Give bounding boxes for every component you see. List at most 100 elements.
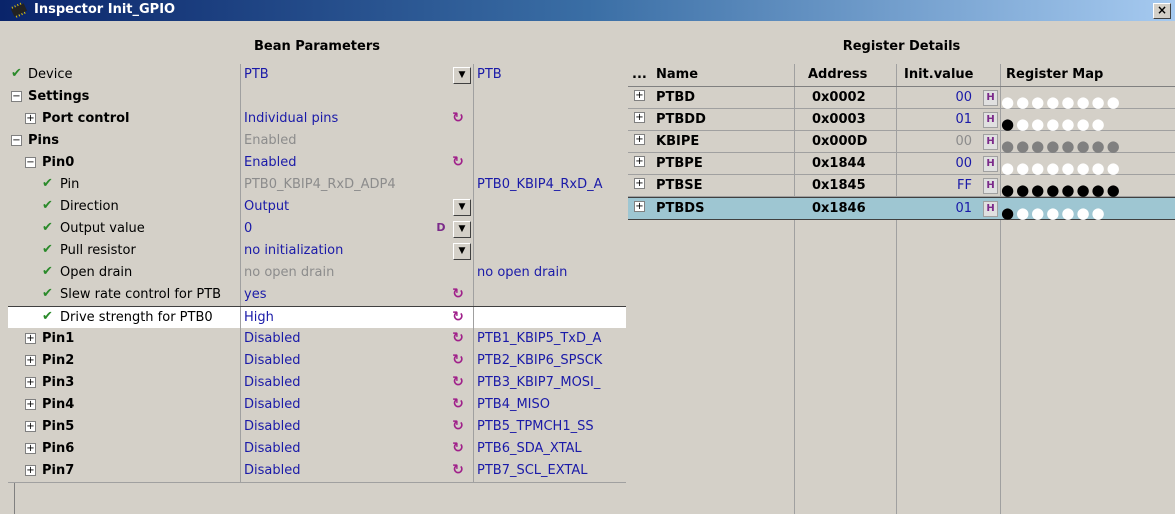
row-open-drain[interactable]: ✔ Open drain no open drain no open drain [8, 262, 626, 285]
hex-button[interactable]: H [983, 112, 998, 128]
expand-icon[interactable]: + [25, 377, 36, 388]
param-value[interactable]: Individual pins [244, 111, 338, 126]
register-name: PTBSE [656, 178, 703, 193]
register-row-ptbpe[interactable]: + PTBPE 0x1844 00 H ●●●●●●●● [628, 153, 1175, 177]
row-pin7[interactable]: + Pin7 Disabled ↻ PTB7_SCL_EXTAL [8, 460, 626, 483]
expand-icon[interactable]: + [25, 355, 36, 366]
dropdown-arrow-icon[interactable]: ▼ [453, 221, 471, 238]
param-value[interactable]: Disabled [244, 463, 300, 478]
dropdown-arrow-icon[interactable]: ▼ [453, 243, 471, 260]
reset-icon[interactable]: ↻ [451, 441, 465, 455]
register-address: 0x0003 [812, 112, 866, 127]
column-header-name[interactable]: Name [656, 67, 698, 82]
reset-icon[interactable]: ↻ [451, 155, 465, 169]
register-name: PTBD [656, 90, 696, 105]
reset-icon[interactable]: ↻ [451, 310, 465, 324]
row-pin6[interactable]: + Pin6 Disabled ↻ PTB6_SDA_XTAL [8, 438, 626, 461]
row-pin1[interactable]: + Pin1 Disabled ↻ PTB1_KBIP5_TxD_A [8, 328, 626, 351]
row-device[interactable]: ✔ Device PTB ▼ PTB [8, 64, 626, 87]
param-value: Enabled [244, 133, 297, 148]
dropdown-arrow-icon[interactable]: ▼ [453, 67, 471, 84]
column-header-map[interactable]: Register Map [1006, 67, 1103, 82]
row-port-control[interactable]: + Port control Individual pins ↻ [8, 108, 626, 131]
register-name: PTBDD [656, 112, 706, 127]
row-drive-strength[interactable]: ✔ Drive strength for PTB0 High ↻ [8, 306, 626, 330]
param-value[interactable]: PTB [244, 67, 269, 82]
dropdown-arrow-icon[interactable]: ▼ [453, 199, 471, 216]
group-label: Pin5 [42, 419, 75, 434]
param-label: Pull resistor [60, 243, 136, 258]
param-value[interactable]: 0 [244, 221, 252, 236]
expand-icon[interactable]: + [25, 113, 36, 124]
expand-icon[interactable]: + [634, 90, 645, 101]
register-row-ptbdd[interactable]: + PTBDD 0x0003 01 H ●●●●●●● ● [628, 109, 1175, 133]
row-pin[interactable]: ✔ Pin PTB0_KBIP4_RxD_ADP4 PTB0_KBIP4_RxD… [8, 174, 626, 197]
row-pin4[interactable]: + Pin4 Disabled ↻ PTB4_MISO [8, 394, 626, 417]
param-value[interactable]: Disabled [244, 375, 300, 390]
hex-button[interactable]: H [983, 178, 998, 194]
row-pin2[interactable]: + Pin2 Disabled ↻ PTB2_KBIP6_SPSCK [8, 350, 626, 373]
expand-icon[interactable]: + [25, 465, 36, 476]
hex-button[interactable]: H [983, 134, 998, 150]
param-label: Pin [60, 177, 80, 192]
param-value[interactable]: Disabled [244, 441, 300, 456]
param-value[interactable]: no initialization [244, 243, 343, 258]
row-pin5[interactable]: + Pin5 Disabled ↻ PTB5_TPMCH1_SS [8, 416, 626, 439]
close-button[interactable]: × [1153, 3, 1171, 19]
param-value[interactable]: Disabled [244, 331, 300, 346]
reset-icon[interactable]: ↻ [451, 353, 465, 367]
hex-button[interactable]: H [983, 201, 998, 217]
register-row-kbipe[interactable]: + KBIPE 0x000D 00 H ●●●●●●●● [628, 131, 1175, 155]
param-value[interactable]: yes [244, 287, 266, 302]
reset-icon[interactable]: ↻ [451, 287, 465, 301]
param-value[interactable]: High [244, 310, 274, 325]
row-pin3[interactable]: + Pin3 Disabled ↻ PTB3_KBIP7_MOSI_ [8, 372, 626, 395]
reset-icon[interactable]: ↻ [451, 375, 465, 389]
reset-icon[interactable]: ↻ [451, 397, 465, 411]
register-row-ptbds[interactable]: + PTBDS 0x1846 01 H ●●●●●●● ● [628, 197, 1175, 222]
expand-icon[interactable]: + [634, 156, 645, 167]
column-header-address[interactable]: Address [808, 67, 867, 82]
row-pull-resistor[interactable]: ✔ Pull resistor no initialization ▼ [8, 240, 626, 263]
param-value[interactable]: Disabled [244, 353, 300, 368]
group-label: Pin3 [42, 375, 75, 390]
column-header-init[interactable]: Init.value [904, 67, 973, 82]
collapse-icon[interactable]: − [11, 91, 22, 102]
param-value[interactable]: Output [244, 199, 289, 214]
param-value[interactable]: Disabled [244, 419, 300, 434]
check-icon: ✔ [42, 286, 53, 301]
expand-icon[interactable]: + [25, 443, 36, 454]
collapse-icon[interactable]: − [25, 157, 36, 168]
d-button-icon[interactable]: D [434, 221, 448, 235]
row-direction[interactable]: ✔ Direction Output ▼ [8, 196, 626, 219]
row-slew-rate[interactable]: ✔ Slew rate control for PTB yes ↻ [8, 284, 626, 307]
register-name: KBIPE [656, 134, 700, 149]
column-header-dots[interactable]: ... [632, 67, 647, 82]
hex-button[interactable]: H [983, 90, 998, 106]
collapse-icon[interactable]: − [11, 135, 22, 146]
expand-icon[interactable]: + [25, 421, 36, 432]
row-pin0[interactable]: − Pin0 Enabled ↻ [8, 152, 626, 175]
register-row-ptbd[interactable]: + PTBD 0x0002 00 H ●●●●●●●● [628, 87, 1175, 111]
expand-icon[interactable]: + [634, 178, 645, 189]
expand-icon[interactable]: + [25, 399, 36, 410]
title-bar[interactable]: Inspector Init_GPIO × [0, 0, 1175, 21]
row-output-value[interactable]: ✔ Output value 0 D ▼ [8, 218, 626, 241]
hex-button[interactable]: H [983, 156, 998, 172]
check-icon: ✔ [42, 198, 53, 213]
expand-icon[interactable]: + [634, 112, 645, 123]
param-value[interactable]: Disabled [244, 397, 300, 412]
expand-icon[interactable]: + [25, 333, 36, 344]
check-icon: ✔ [42, 220, 53, 235]
expand-icon[interactable]: + [634, 134, 645, 145]
reset-icon[interactable]: ↻ [451, 463, 465, 477]
row-settings[interactable]: − Settings [8, 86, 626, 109]
reset-icon[interactable]: ↻ [451, 331, 465, 345]
reset-icon[interactable]: ↻ [451, 419, 465, 433]
row-pins[interactable]: − Pins Enabled [8, 130, 626, 153]
reset-icon[interactable]: ↻ [451, 111, 465, 125]
group-label: Pin0 [42, 155, 75, 170]
param-value[interactable]: Enabled [244, 155, 297, 170]
expand-icon[interactable]: + [634, 201, 645, 212]
register-row-ptbse[interactable]: + PTBSE 0x1845 FF H ●●●●●●●● [628, 175, 1175, 199]
